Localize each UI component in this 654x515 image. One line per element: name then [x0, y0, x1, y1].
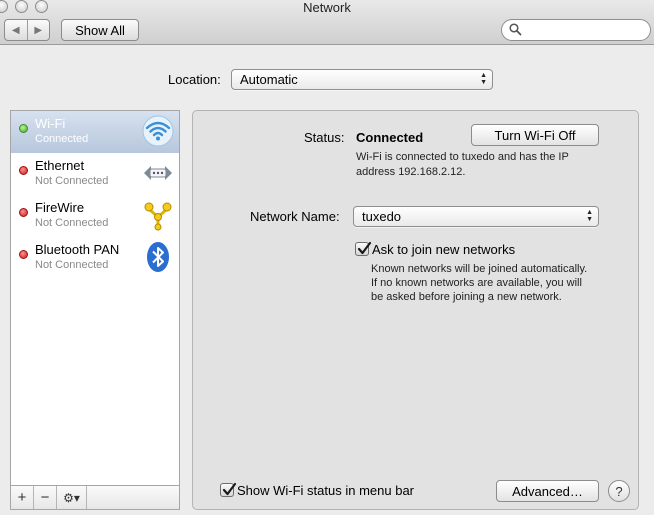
network-name-popup[interactable]: tuxedo ▲ ▼ — [353, 206, 599, 227]
status-dot-red — [19, 208, 28, 217]
add-service-button[interactable]: + — [11, 486, 34, 509]
ask-join-description-line1: Known networks will be joined automatica… — [371, 263, 588, 275]
service-item-ethernet[interactable]: Ethernet Not Connected — [11, 153, 179, 195]
service-name: Ethernet — [35, 158, 85, 173]
ask-join-description-line3: be asked before joining a new network. — [371, 291, 562, 303]
advanced-button[interactable]: Advanced… — [496, 480, 599, 502]
status-description-line1: Wi-Fi is connected to tuxedo and has the… — [356, 151, 569, 163]
help-button[interactable]: ? — [608, 480, 630, 502]
service-status: Not Connected — [35, 259, 109, 271]
forward-button[interactable]: ▶ — [28, 20, 50, 40]
show-all-button[interactable]: Show All — [61, 19, 139, 41]
status-label: Status: — [304, 130, 345, 145]
gear-menu-button[interactable]: ⚙▾ — [57, 486, 87, 509]
window-title: Network — [303, 0, 351, 15]
popup-arrows-icon: ▲ ▼ — [586, 209, 593, 223]
turn-wifi-off-button[interactable]: Turn Wi-Fi Off — [471, 124, 599, 146]
ask-join-checkbox[interactable] — [355, 241, 372, 256]
service-list: Wi-Fi Connected Ethernet Not Connected F… — [10, 110, 180, 486]
search-icon — [509, 23, 522, 36]
location-label: Location: — [168, 72, 221, 87]
show-wifi-status-checkbox[interactable] — [220, 482, 237, 497]
service-name: Wi-Fi — [35, 116, 66, 131]
status-value: Connected — [356, 130, 424, 145]
status-description-line2: address 192.168.2.12. — [356, 166, 466, 178]
network-name-label: Network Name: — [250, 209, 340, 224]
popup-arrows-icon: ▲ ▼ — [480, 72, 487, 86]
sidebar-toolbar: + − ⚙▾ — [10, 486, 180, 510]
service-status: Connected — [35, 133, 89, 145]
ethernet-icon — [144, 166, 172, 180]
service-item-bluetooth-pan[interactable]: Bluetooth PAN Not Connected — [11, 237, 179, 279]
service-name: Bluetooth PAN — [35, 242, 120, 257]
service-item-wifi[interactable]: Wi-Fi Connected — [11, 111, 179, 153]
bluetooth-icon — [147, 242, 169, 272]
ask-join-label[interactable]: Ask to join new networks — [372, 242, 515, 257]
status-dot-red — [19, 166, 28, 175]
show-wifi-status-label[interactable]: Show Wi-Fi status in menu bar — [237, 483, 414, 498]
ask-join-description-line2: If no known networks are available, you … — [371, 277, 582, 289]
service-name: FireWire — [35, 200, 85, 215]
firewire-icon — [144, 202, 172, 231]
checkmark-icon — [222, 482, 237, 496]
remove-service-button[interactable]: − — [34, 486, 57, 509]
service-status: Not Connected — [35, 175, 109, 187]
status-dot-red — [19, 250, 28, 259]
service-status: Not Connected — [35, 217, 109, 229]
checkmark-icon — [357, 241, 372, 255]
wifi-icon — [142, 115, 174, 147]
network-name-value: tuxedo — [362, 209, 402, 224]
search-input[interactable] — [526, 22, 648, 40]
back-button[interactable]: ◀ — [5, 20, 28, 40]
title-bar: Network ◀ ▶ Show All — [0, 0, 654, 45]
search-field[interactable] — [501, 19, 651, 41]
location-value: Automatic — [240, 72, 298, 87]
location-popup[interactable]: Automatic ▲ ▼ — [231, 69, 493, 90]
nav-buttons: ◀ ▶ — [4, 19, 50, 41]
status-dot-green — [19, 124, 28, 133]
service-item-firewire[interactable]: FireWire Not Connected — [11, 195, 179, 237]
